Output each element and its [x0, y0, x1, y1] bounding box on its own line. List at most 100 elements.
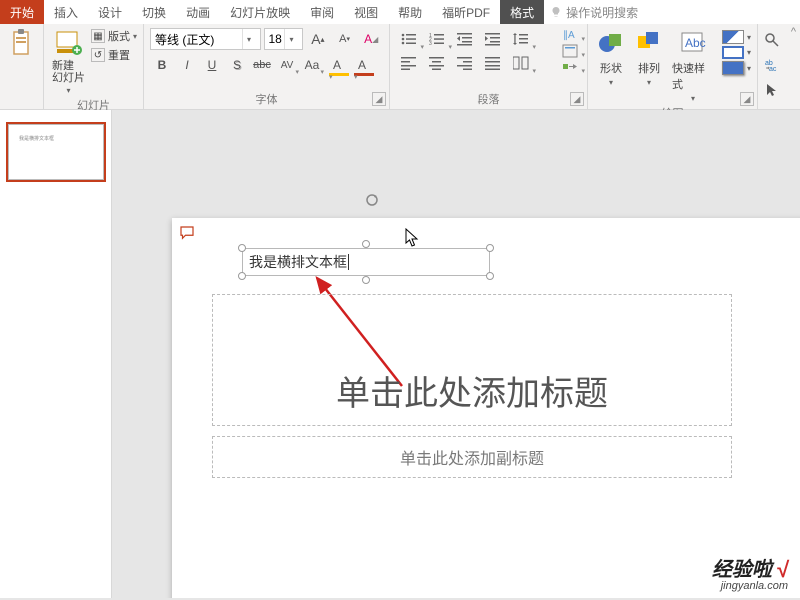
char-spacing-button[interactable]: AV [275, 54, 299, 76]
shape-fill-button[interactable]: ▾ [722, 30, 751, 44]
reset-button[interactable]: ↺重置 [91, 47, 137, 63]
title-placeholder-text: 单击此处添加标题 [336, 366, 608, 415]
group-editing: abac [758, 24, 794, 109]
numbering-button[interactable]: 123 [424, 28, 450, 50]
group-label-clipboard [6, 105, 37, 107]
group-clipboard [0, 24, 44, 109]
bold-button[interactable]: B [150, 54, 174, 76]
comment-icon[interactable] [178, 224, 196, 247]
paragraph-dialog-launcher[interactable]: ◢ [570, 92, 584, 106]
shapes-icon [596, 28, 626, 58]
subtitle-placeholder-text: 单击此处添加副标题 [400, 445, 544, 469]
tab-design[interactable]: 设计 [88, 0, 132, 24]
title-placeholder[interactable]: 单击此处添加标题 [212, 294, 732, 426]
shape-outline-button[interactable]: ▾ [722, 46, 751, 59]
drawing-dialog-launcher[interactable]: ◢ [740, 92, 754, 106]
slide[interactable]: 我是横排文本框 单击此处添加标题 单击此处添加副标题 [172, 218, 800, 598]
effects-icon [722, 61, 744, 75]
justify-button[interactable] [480, 52, 506, 74]
quick-styles-button[interactable]: Abc 快速样式▾ [670, 28, 716, 103]
resize-handle[interactable] [238, 244, 246, 252]
font-dialog-launcher[interactable]: ◢ [372, 92, 386, 106]
resize-handle[interactable] [238, 272, 246, 280]
arrange-icon [634, 28, 664, 58]
tell-me-search[interactable]: 操作说明搜索 [550, 0, 638, 24]
tab-review[interactable]: 审阅 [300, 0, 344, 24]
resize-handle[interactable] [362, 240, 370, 248]
increase-indent-button[interactable] [480, 28, 506, 50]
font-color-button[interactable]: A [350, 54, 374, 76]
change-case-button[interactable]: Aa [300, 54, 324, 76]
subtitle-placeholder[interactable]: 单击此处添加副标题 [212, 436, 732, 478]
arrange-label: 排列 [638, 60, 660, 76]
group-label-font: 字体 [150, 89, 383, 107]
shrink-font-button[interactable]: A▾ [333, 28, 357, 50]
find-button[interactable] [764, 32, 788, 51]
align-center-button[interactable] [424, 52, 450, 74]
paste-button[interactable] [6, 28, 37, 58]
bullets-button[interactable] [396, 28, 422, 50]
horizontal-textbox[interactable]: 我是横排文本框 [242, 248, 490, 276]
replace-icon: abac [764, 57, 780, 73]
strike-button[interactable]: abc [250, 54, 274, 76]
shadow-button[interactable]: S [225, 54, 249, 76]
layout-button[interactable]: ▦版式▾ [91, 28, 137, 44]
align-left-button[interactable] [396, 52, 422, 74]
font-size-select[interactable]: 18▾ [264, 28, 304, 50]
align-text-button[interactable] [557, 44, 583, 58]
tab-animations[interactable]: 动画 [176, 0, 220, 24]
font-name-value: 等线 (正文) [155, 31, 242, 48]
check-icon: √ [776, 559, 788, 581]
decrease-indent-button[interactable] [452, 28, 478, 50]
tab-help[interactable]: 帮助 [388, 0, 432, 24]
cursor-icon [764, 82, 780, 98]
select-button[interactable] [764, 82, 788, 101]
group-slides: 新建 幻灯片 ▾ ▦版式▾ ↺重置 幻灯片 [44, 24, 144, 109]
clear-format-button[interactable]: A◢ [359, 28, 383, 50]
svg-text:3: 3 [429, 41, 432, 46]
tab-transitions[interactable]: 切换 [132, 0, 176, 24]
tab-home[interactable]: 开始 [0, 0, 44, 24]
italic-button[interactable]: I [175, 54, 199, 76]
group-drawing: 形状▾ 排列▾ Abc 快速样式▾ ▾ ▾ ▾ 绘图 ◢ [588, 24, 758, 109]
tab-foxit[interactable]: 福昕PDF [432, 0, 500, 24]
align-right-button[interactable] [452, 52, 478, 74]
smartart-button[interactable] [557, 60, 583, 74]
fill-icon [722, 30, 744, 44]
resize-handle[interactable] [362, 276, 370, 284]
slide-canvas-area[interactable]: 我是横排文本框 单击此处添加标题 单击此处添加副标题 [112, 110, 800, 598]
layout-label: 版式 [108, 28, 130, 44]
tab-format[interactable]: 格式 [500, 0, 544, 24]
line-spacing-button[interactable] [508, 28, 534, 50]
new-slide-icon [54, 28, 84, 58]
highlight-button[interactable]: A [325, 54, 349, 76]
mouse-cursor [404, 228, 420, 253]
text-direction-button[interactable]: ∥A [557, 28, 583, 42]
resize-handle[interactable] [486, 272, 494, 280]
svg-text:∥A: ∥A [563, 30, 575, 41]
grow-font-button[interactable]: A▴ [306, 28, 330, 50]
arrange-button[interactable]: 排列▾ [632, 28, 666, 103]
shape-effects-button[interactable]: ▾ [722, 61, 751, 75]
rotate-handle[interactable] [364, 192, 380, 213]
tab-view[interactable]: 视图 [344, 0, 388, 24]
replace-button[interactable]: abac [764, 57, 788, 76]
svg-text:ac: ac [769, 66, 777, 73]
underline-button[interactable]: U [200, 54, 224, 76]
quick-styles-icon: Abc [678, 28, 708, 58]
tab-slideshow[interactable]: 幻灯片放映 [220, 0, 300, 24]
group-label-paragraph: 段落 [396, 89, 581, 107]
textbox-text: 我是横排文本框 [249, 252, 347, 272]
font-name-select[interactable]: 等线 (正文)▾ [150, 28, 261, 50]
columns-button[interactable] [508, 52, 534, 74]
tab-insert[interactable]: 插入 [44, 0, 88, 24]
slide-thumbnail-pane[interactable]: 我是横排文本框 [0, 110, 112, 598]
chevron-down-icon: ▾ [66, 86, 70, 95]
new-slide-button[interactable]: 新建 幻灯片 ▾ [50, 28, 87, 95]
chevron-down-icon: ▾ [242, 29, 256, 49]
reset-icon: ↺ [91, 48, 105, 62]
slide-thumbnail-1[interactable]: 我是横排文本框 [8, 124, 104, 180]
collapse-ribbon-button[interactable]: ^ [791, 26, 796, 38]
shapes-button[interactable]: 形状▾ [594, 28, 628, 103]
resize-handle[interactable] [486, 244, 494, 252]
